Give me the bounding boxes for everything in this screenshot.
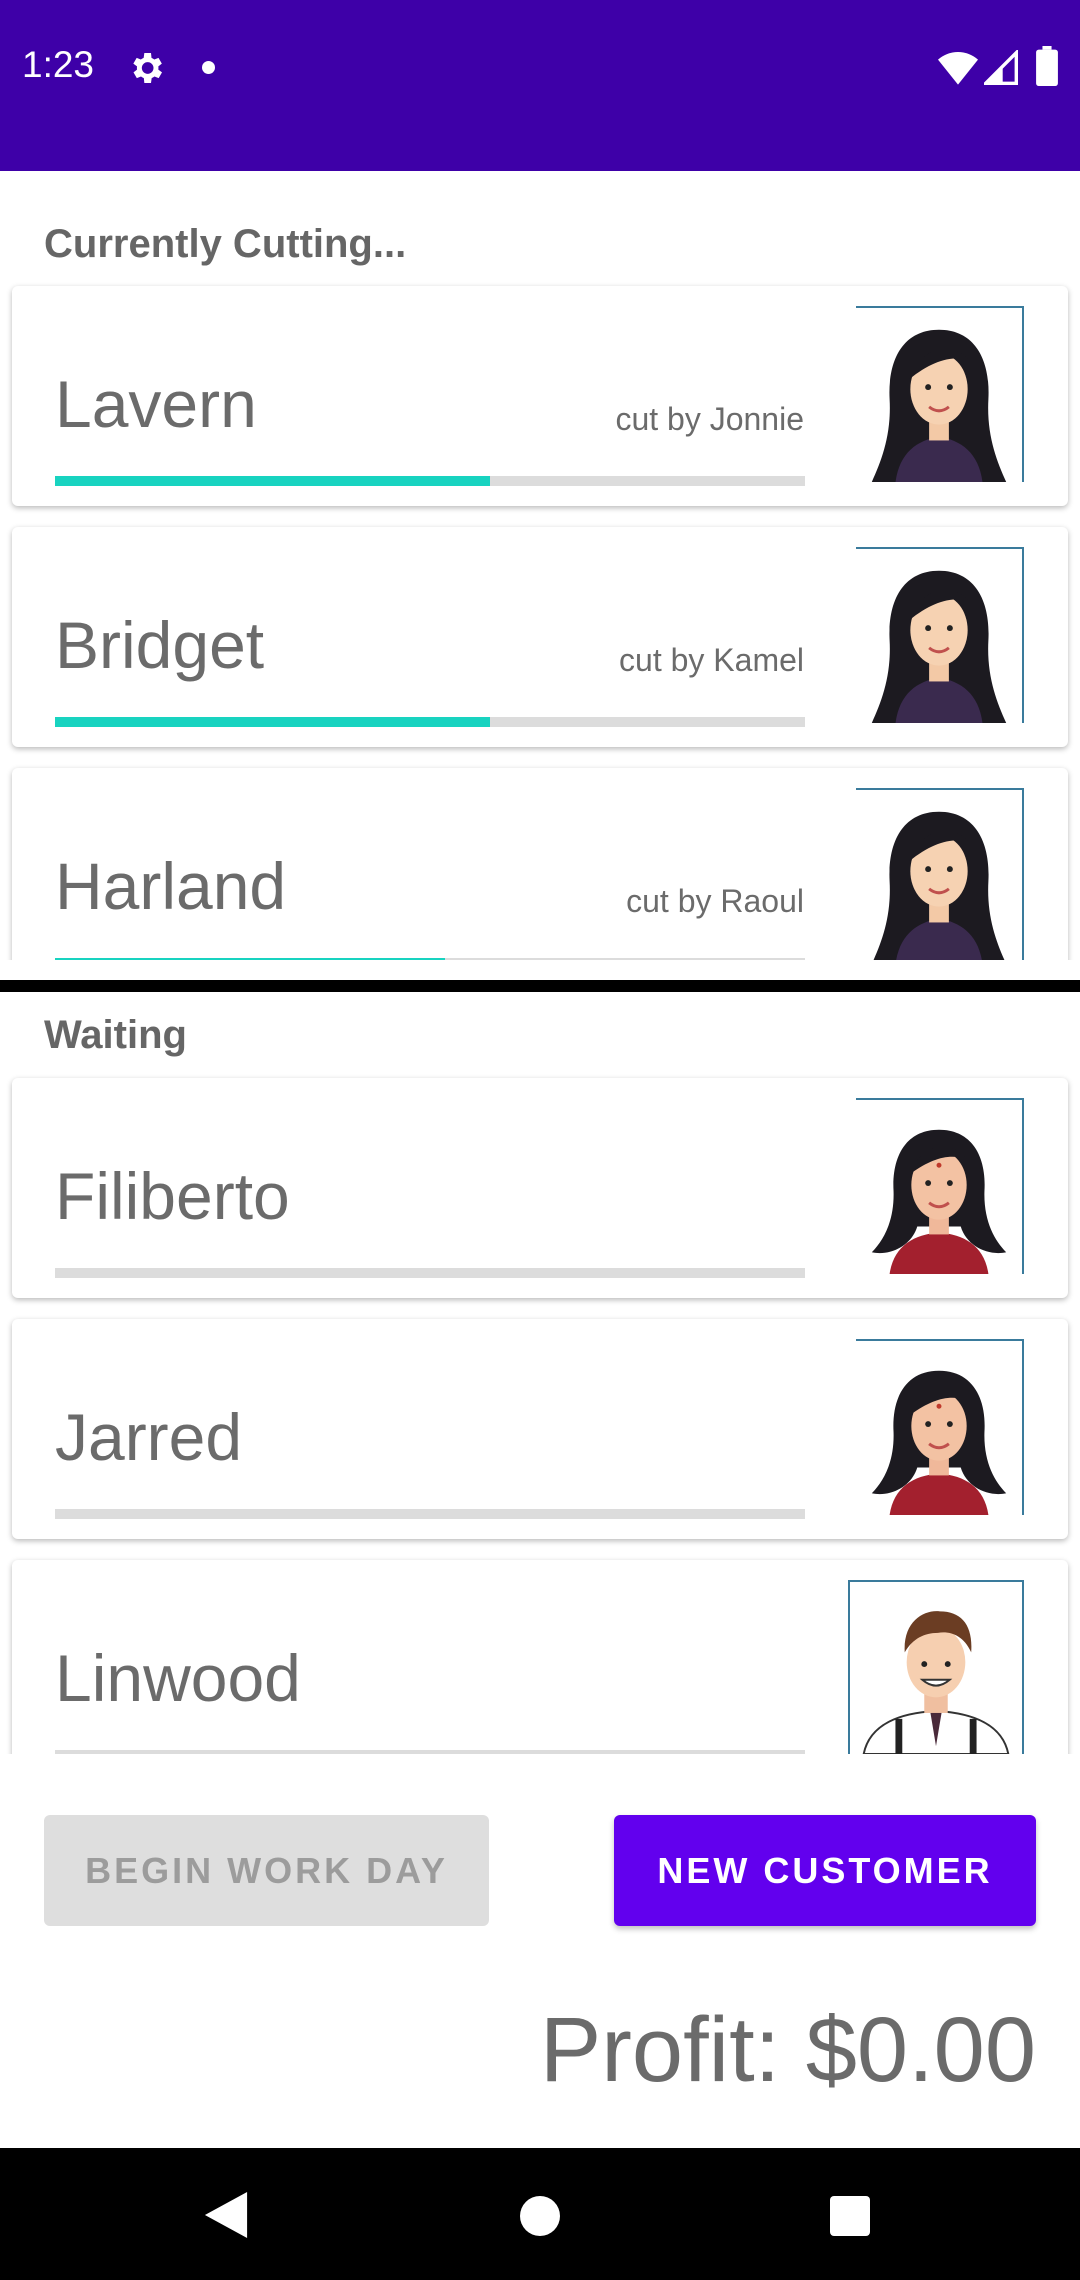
customer-name: Lavern — [55, 367, 257, 441]
list-item[interactable]: Jarred — [12, 1319, 1068, 1539]
list-item[interactable]: Linwood — [12, 1560, 1068, 1754]
list-item[interactable]: Harland cut by Raoul — [12, 768, 1068, 960]
signal-icon — [984, 50, 1018, 85]
wifi-icon — [938, 52, 978, 85]
barber-label: cut by Kamel — [619, 642, 804, 678]
barber-label: cut by Raoul — [626, 883, 804, 919]
progress-fill — [55, 958, 445, 960]
back-icon[interactable] — [204, 2192, 248, 2238]
woman-red-shirt-avatar — [856, 1098, 1024, 1274]
barber-label: cut by Jonnie — [615, 401, 804, 437]
profit-label: Profit: $0.00 — [539, 1999, 1036, 2101]
woman-long-hair-avatar — [856, 547, 1024, 723]
haircut-progress-bar — [55, 717, 805, 727]
haircut-progress-bar — [55, 1750, 805, 1754]
woman-long-hair-avatar — [856, 788, 1024, 960]
progress-fill — [55, 717, 490, 727]
man-suspenders-avatar — [848, 1580, 1024, 1754]
list-item[interactable]: Filiberto — [12, 1078, 1068, 1298]
battery-icon — [1036, 46, 1058, 86]
home-icon[interactable] — [520, 2196, 560, 2236]
status-bar: 1:23 — [0, 0, 1080, 171]
list-item[interactable]: Lavern cut by Jonnie — [12, 286, 1068, 506]
recents-icon[interactable] — [830, 2196, 870, 2236]
currently-cutting-list[interactable]: Lavern cut by Jonnie Bridget cut by Kame… — [0, 270, 1080, 960]
currently-cutting-heading: Currently Cutting... — [44, 222, 407, 266]
list-item[interactable]: Bridget cut by Kamel — [12, 527, 1068, 747]
progress-fill — [55, 476, 490, 486]
new-customer-button[interactable]: NEW CUSTOMER — [614, 1815, 1036, 1926]
customer-name: Bridget — [55, 608, 265, 682]
notification-dot-icon — [202, 61, 215, 74]
navigation-bar — [0, 2148, 1080, 2280]
customer-name: Jarred — [55, 1400, 243, 1474]
section-divider — [0, 980, 1080, 992]
woman-red-shirt-avatar — [856, 1339, 1024, 1515]
haircut-progress-bar — [55, 1509, 805, 1519]
haircut-progress-bar — [55, 958, 805, 960]
gear-icon — [133, 53, 162, 83]
begin-work-day-button[interactable]: BEGIN WORK DAY — [44, 1815, 489, 1926]
customer-name: Filiberto — [55, 1159, 290, 1233]
haircut-progress-bar — [55, 1268, 805, 1278]
customer-name: Linwood — [55, 1641, 301, 1715]
haircut-progress-bar — [55, 476, 805, 486]
waiting-list[interactable]: Filiberto Jarred Linwood — [0, 1062, 1080, 1754]
waiting-heading: Waiting — [44, 1013, 187, 1057]
woman-long-hair-avatar — [856, 306, 1024, 482]
customer-name: Harland — [55, 849, 287, 923]
status-time: 1:23 — [22, 44, 95, 85]
